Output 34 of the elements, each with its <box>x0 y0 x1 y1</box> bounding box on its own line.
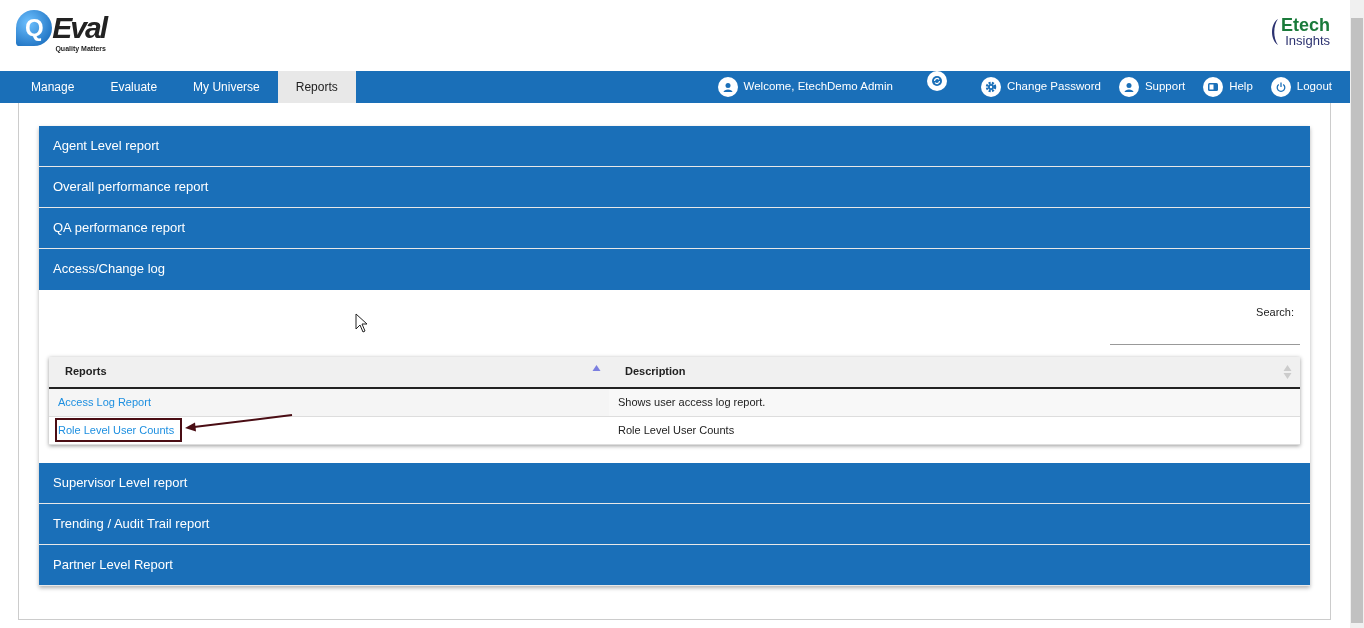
partner-logo-tagline: Insights <box>1285 34 1330 47</box>
gear-icon <box>980 77 1001 97</box>
logo-text: Eval <box>52 13 106 43</box>
user-icon <box>1118 77 1139 97</box>
accordion-header[interactable]: Partner Level Report <box>39 544 1310 586</box>
nav-tab[interactable]: Evaluate <box>92 71 176 103</box>
panel-icon <box>1203 77 1224 97</box>
menu-link[interactable]: Help <box>1203 71 1253 103</box>
menu-link[interactable]: Welcome, EtechDemo Admin <box>717 71 893 103</box>
partner-logo-name: Etech <box>1280 16 1330 34</box>
logo-mark: Q <box>16 10 53 46</box>
accordion-header[interactable]: Agent Level report <box>39 126 1310 167</box>
cursor-icon <box>355 313 369 333</box>
accordion-header[interactable]: QA performance report <box>39 208 1310 249</box>
menu-link[interactable]: Change Password <box>980 71 1101 103</box>
accordion-header[interactable]: Supervisor Level report <box>39 462 1310 504</box>
power-icon <box>1270 77 1291 97</box>
menu-link[interactable]: Logout <box>1270 71 1332 103</box>
nav-tab[interactable]: My Universe <box>175 71 278 103</box>
report-link[interactable]: Access Log Report <box>58 393 151 411</box>
menu-link[interactable]: Support <box>1118 71 1186 103</box>
search-label: Search: <box>1256 305 1294 320</box>
column-header[interactable]: Description <box>625 363 686 380</box>
scrollbar-thumb[interactable] <box>1351 18 1363 623</box>
accordion-header[interactable]: Trending / Audit Trail report <box>39 503 1310 545</box>
nav-tab[interactable]: Manage <box>13 71 93 103</box>
user-icon <box>717 77 738 97</box>
refresh-icon[interactable] <box>926 71 947 91</box>
nav-tab[interactable]: Reports <box>277 71 356 103</box>
report-link[interactable]: Role Level User Counts <box>58 423 175 436</box>
scrollbar[interactable] <box>1350 0 1364 628</box>
column-header[interactable]: Reports <box>65 363 107 380</box>
accordion-header[interactable]: Access/Change log <box>39 249 1310 290</box>
accordion-header[interactable]: Overall performance report <box>39 167 1310 208</box>
